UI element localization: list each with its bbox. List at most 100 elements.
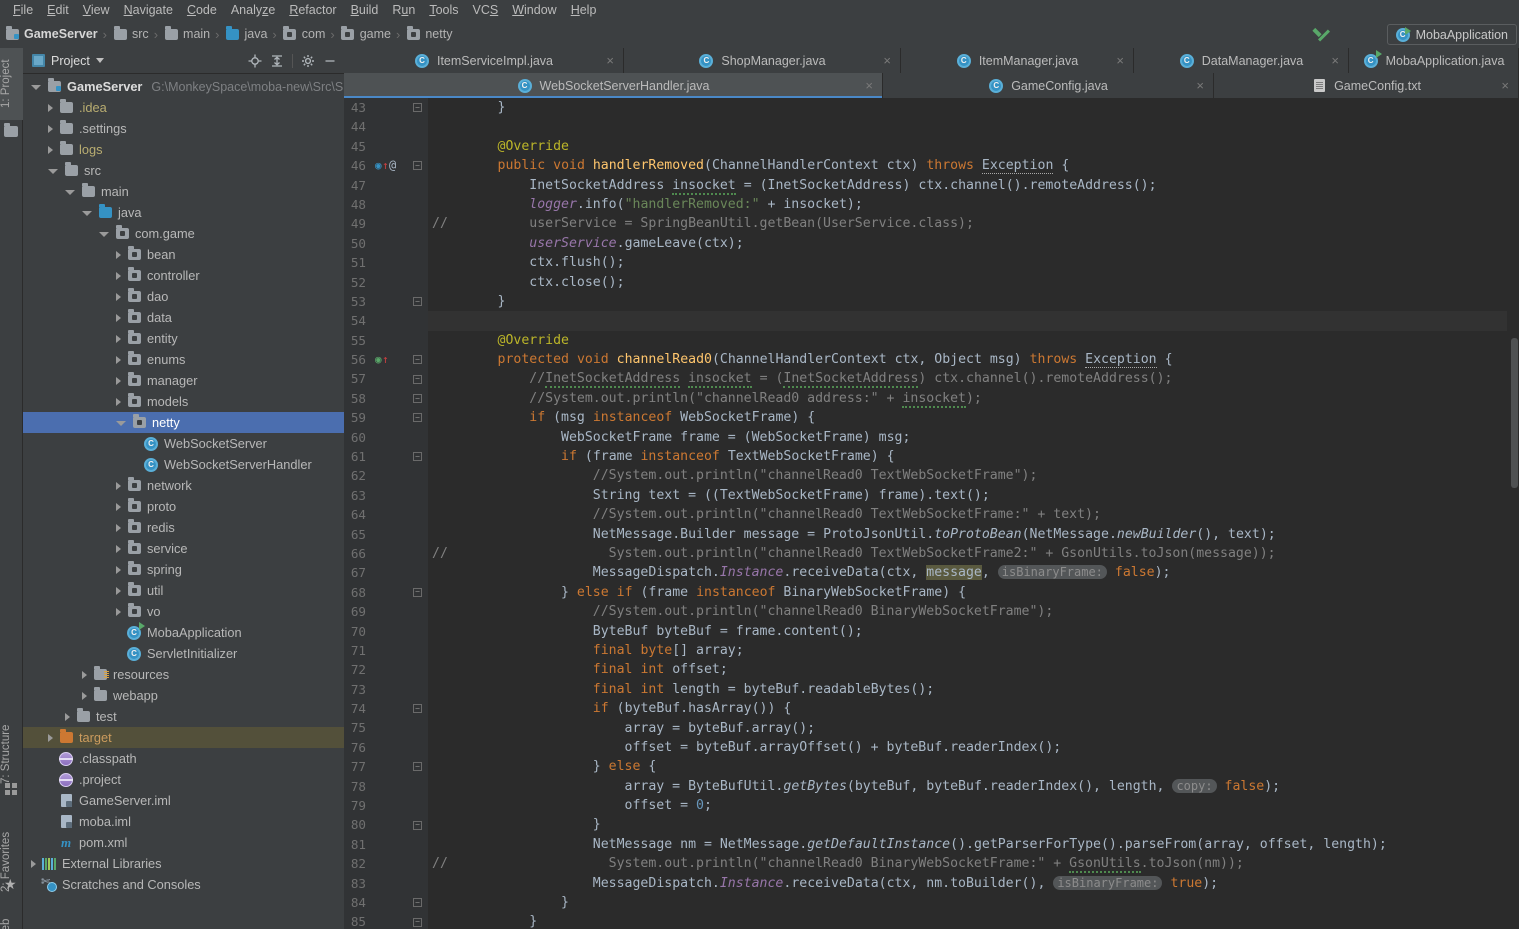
code-line-75[interactable]: 75 array = byteBuf.array(); xyxy=(344,718,1519,738)
close-icon[interactable]: × xyxy=(1501,79,1509,92)
chevron-right-icon[interactable] xyxy=(31,859,36,868)
tree-node-netty[interactable]: netty xyxy=(23,412,344,433)
tree-node--project[interactable]: .project xyxy=(23,769,344,790)
tree-node-service[interactable]: service xyxy=(23,538,344,559)
code-line-53[interactable]: 53 − } xyxy=(344,291,1519,312)
gutter-line-58[interactable]: 58 − xyxy=(344,388,428,409)
gutter-line-54[interactable]: 54 xyxy=(344,311,428,331)
code-line-77[interactable]: 77 − } else { xyxy=(344,757,1519,777)
override-method-icon[interactable]: ◉ xyxy=(375,156,382,175)
chevron-down-icon[interactable] xyxy=(95,58,104,63)
breadcrumb-item-java[interactable]: java xyxy=(224,25,267,42)
run-configuration-chip[interactable]: C MobaApplication xyxy=(1386,24,1517,45)
breadcrumb-item-src[interactable]: src xyxy=(112,25,149,42)
close-icon[interactable]: × xyxy=(1116,54,1124,67)
code-line-48[interactable]: 48 logger.info("handlerRemoved:" + insoc… xyxy=(344,194,1519,215)
gutter-line-76[interactable]: 76 xyxy=(344,737,428,758)
code-line-58[interactable]: 58 − //System.out.println("channelRead0 a… xyxy=(344,388,1519,409)
code-line-68[interactable]: 68 − } else if (frame instanceof BinaryWe… xyxy=(344,582,1519,603)
gutter-line-47[interactable]: 47 xyxy=(344,175,428,195)
gutter-line-43[interactable]: 43 − xyxy=(344,98,428,118)
fold-toggle-icon[interactable]: − xyxy=(413,161,422,171)
locate-icon[interactable] xyxy=(245,51,265,71)
menu-item-navigate[interactable]: Navigate xyxy=(117,1,180,20)
tree-node-entity[interactable]: entity xyxy=(23,328,344,349)
code-line-80[interactable]: 80 − } xyxy=(344,815,1519,835)
code-line-64[interactable]: 64 //System.out.println("channelRead0 Te… xyxy=(344,505,1519,525)
gear-icon[interactable] xyxy=(298,51,318,71)
fold-toggle-icon[interactable]: − xyxy=(413,917,422,927)
editor-tab-itemmanager-java[interactable]: C ItemManager.java × xyxy=(901,48,1134,73)
fold-toggle-icon[interactable]: − xyxy=(413,355,422,365)
tree-node-servletinitializer[interactable]: C ServletInitializer xyxy=(23,643,344,664)
chevron-down-icon[interactable] xyxy=(82,211,92,216)
code-line-72[interactable]: 72 final int offset; xyxy=(344,660,1519,680)
fold-toggle-icon[interactable]: − xyxy=(413,820,422,830)
editor-tab-itemserviceimpl-java[interactable]: C ItemServiceImpl.java × xyxy=(344,48,624,73)
code-line-82[interactable]: 82 // System.out.println("channelRead0 Bi… xyxy=(344,854,1519,874)
gutter-line-70[interactable]: 70 xyxy=(344,621,428,641)
code-line-74[interactable]: 74 − if (byteBuf.hasArray()) { xyxy=(344,699,1519,719)
tree-node-websocketserver[interactable]: C WebSocketServer xyxy=(23,433,344,454)
chevron-right-icon[interactable] xyxy=(116,376,121,385)
gutter-line-49[interactable]: 49 xyxy=(344,214,428,234)
menu-item-run[interactable]: Run xyxy=(385,1,422,20)
tree-node-scratches-and-consoles[interactable]: Scratches and Consoles xyxy=(23,874,344,895)
editor-tab-gameconfig-java[interactable]: C GameConfig.java × xyxy=(883,73,1214,98)
gutter-line-57[interactable]: 57 − xyxy=(344,369,428,389)
tree-node-target[interactable]: target xyxy=(23,727,344,748)
tree-node-models[interactable]: models xyxy=(23,391,344,412)
breadcrumb-item-main[interactable]: main xyxy=(163,25,210,42)
code-line-66[interactable]: 66 // System.out.println("channelRead0 Te… xyxy=(344,543,1519,564)
gutter-line-53[interactable]: 53 − xyxy=(344,291,428,312)
code-line-83[interactable]: 83 MessageDispatch.Instance.receiveData(… xyxy=(344,873,1519,894)
close-icon[interactable]: × xyxy=(1196,79,1204,92)
tree-node--settings[interactable]: .settings xyxy=(23,118,344,139)
tree-node-vo[interactable]: vo xyxy=(23,601,344,622)
fold-toggle-icon[interactable]: − xyxy=(413,297,422,307)
implemented-method-icon[interactable]: ◉ xyxy=(375,350,382,369)
close-icon[interactable]: × xyxy=(606,54,614,67)
menu-item-code[interactable]: Code xyxy=(180,1,224,20)
fold-toggle-icon[interactable]: − xyxy=(413,394,422,404)
code-line-78[interactable]: 78 array = ByteBufUtil.getBytes(byteBuf,… xyxy=(344,776,1519,797)
tree-node-resources[interactable]: resources xyxy=(23,664,344,685)
tree-node-dao[interactable]: dao xyxy=(23,286,344,307)
editor-tab-shopmanager-java[interactable]: C ShopManager.java × xyxy=(624,48,901,73)
code-line-73[interactable]: 73 final int length = byteBuf.readableBy… xyxy=(344,679,1519,700)
gutter-line-62[interactable]: 62 xyxy=(344,466,428,486)
scrollbar-thumb[interactable] xyxy=(1511,338,1518,488)
chevron-right-icon[interactable] xyxy=(116,607,121,616)
chevron-right-icon[interactable] xyxy=(116,334,121,343)
editor-vertical-scrollbar[interactable] xyxy=(1510,98,1519,929)
chevron-down-icon[interactable] xyxy=(116,421,126,426)
code-line-43[interactable]: 43 − } xyxy=(344,98,1519,118)
gutter-line-74[interactable]: 74 − xyxy=(344,699,428,719)
code-line-61[interactable]: 61 − if (frame instanceof TextWebSocketFr… xyxy=(344,447,1519,467)
close-icon[interactable]: × xyxy=(883,54,891,67)
gutter-line-73[interactable]: 73 xyxy=(344,679,428,700)
collapse-all-icon[interactable] xyxy=(267,51,287,71)
code-line-44[interactable]: 44 xyxy=(344,117,1519,137)
menu-item-tools[interactable]: Tools xyxy=(422,1,465,20)
tree-node-pom-xml[interactable]: m pom.xml xyxy=(23,832,344,853)
tree-node-proto[interactable]: proto xyxy=(23,496,344,517)
tree-node-manager[interactable]: manager xyxy=(23,370,344,391)
code-line-69[interactable]: 69 //System.out.println("channelRead0 Bi… xyxy=(344,602,1519,622)
gutter-line-51[interactable]: 51 xyxy=(344,253,428,273)
gutter-line-61[interactable]: 61 − xyxy=(344,447,428,467)
annotation-gutter-icon[interactable]: @ xyxy=(389,156,396,175)
fold-toggle-icon[interactable]: − xyxy=(413,587,422,597)
gutter-line-52[interactable]: 52 xyxy=(344,272,428,292)
tree-node-src[interactable]: src xyxy=(23,160,344,181)
code-line-65[interactable]: 65 NetMessage.Builder message = ProtoJso… xyxy=(344,524,1519,544)
code-line-76[interactable]: 76 offset = byteBuf.arrayOffset() + byte… xyxy=(344,737,1519,758)
gutter-line-68[interactable]: 68 − xyxy=(344,582,428,603)
project-tree[interactable]: GameServer G:\MonkeySpace\moba-new\Src\S.… xyxy=(23,74,344,929)
gutter-line-83[interactable]: 83 xyxy=(344,873,428,894)
hide-panel-icon[interactable] xyxy=(320,51,340,71)
menu-item-analyze[interactable]: Analyze xyxy=(224,1,282,20)
gutter-line-77[interactable]: 77 − xyxy=(344,757,428,777)
editor-tab-websocketserverhandler-java[interactable]: C WebSocketServerHandler.java × xyxy=(344,73,883,98)
code-line-52[interactable]: 52 ctx.close(); xyxy=(344,272,1519,292)
